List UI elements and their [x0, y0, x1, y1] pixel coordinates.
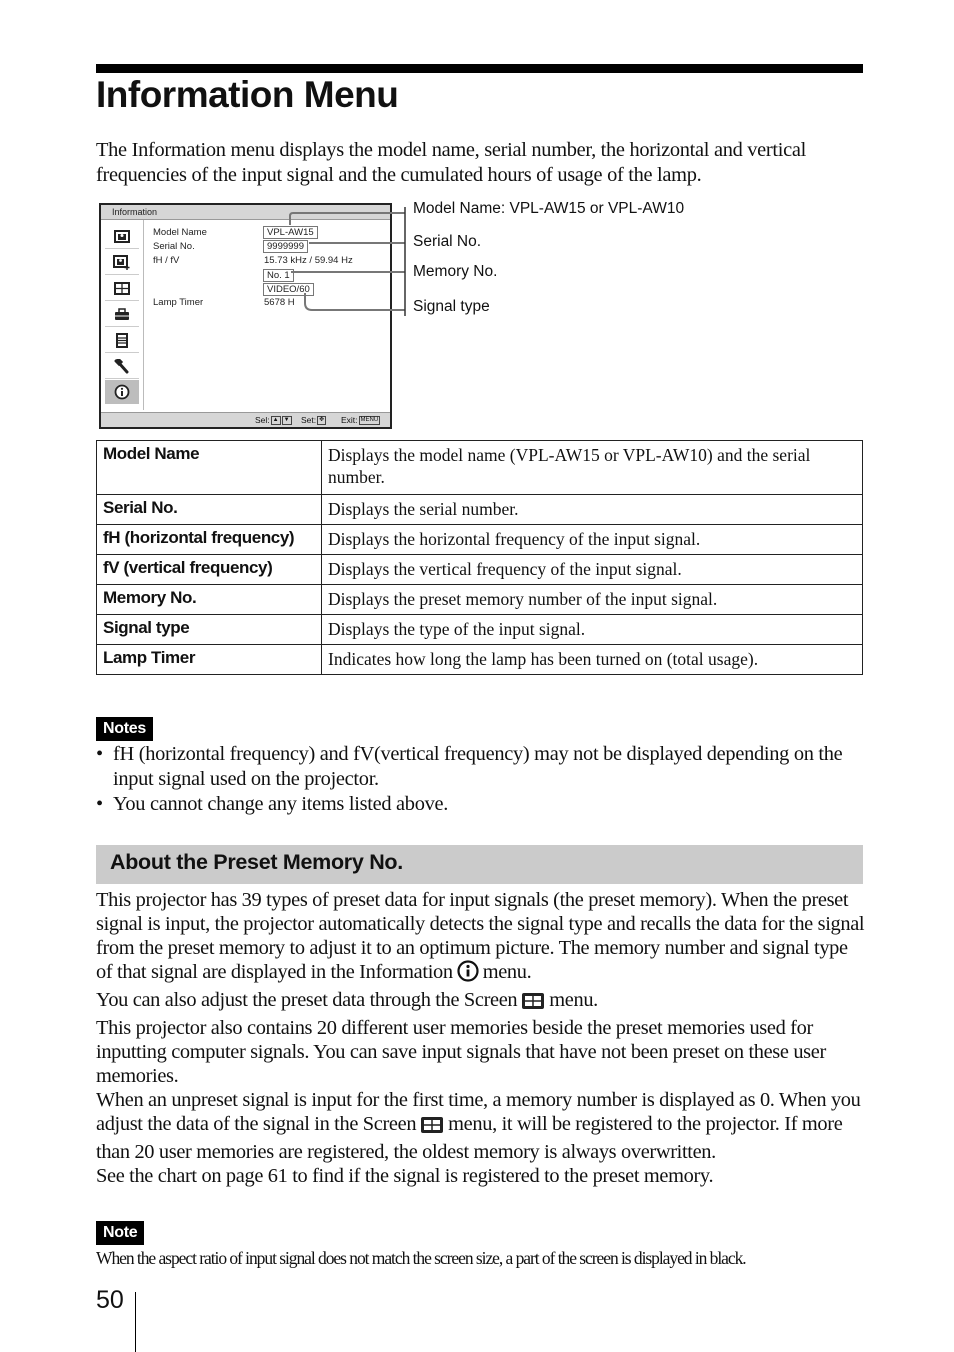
osd-value-serial: 9999999 — [263, 240, 308, 253]
menu-key-icon: MENU — [358, 416, 381, 426]
paragraph: This projector also contains 20 differen… — [96, 1017, 826, 1087]
osd-value-signal-type: VIDEO/60 — [263, 283, 314, 296]
osd-sidebar — [101, 220, 144, 410]
table-row: Lamp Timer Indicates how long the lamp ha… — [96, 644, 863, 675]
table-description: Displays the serial number. — [321, 494, 863, 525]
osd-label-frequency: fH / fV — [153, 255, 180, 266]
osd-footer-exit: Exit: MENU — [341, 415, 381, 426]
table-row: fH (horizontal frequency) Displays the ho… — [96, 524, 863, 555]
table-description: Displays the horizontal frequency of the… — [321, 524, 863, 555]
section-title: About the Preset Memory No. — [110, 850, 403, 874]
table-description: Displays the model name (VPL-AW15 or VPL… — [321, 440, 863, 495]
note-badge: Note — [96, 1221, 145, 1245]
intro-paragraph: The Information menu displays the model … — [96, 139, 807, 186]
paragraph: When an unpreset signal is input for the… — [96, 1089, 861, 1163]
osd-information-menu: Information Model Name VPL-AW15 Serial N… — [99, 203, 392, 429]
table-item: fH (horizontal frequency) — [96, 524, 322, 555]
information-icon — [457, 960, 479, 988]
enter-key-icon: ✥ — [317, 416, 327, 426]
page-number-rule — [135, 1292, 136, 1352]
table-description: Displays the preset memory number of the… — [321, 584, 863, 615]
page-number: 50 — [96, 1286, 124, 1314]
down-key-icon: ▼ — [281, 416, 292, 426]
paragraph: You can also adjust the preset data thro… — [96, 988, 866, 1016]
callout-model-name: Model Name: VPL-AW15 or VPL-AW10 — [413, 200, 685, 217]
table-row: fV (vertical frequency) Displays the vert… — [96, 554, 863, 585]
section-header: About the Preset Memory No. — [96, 845, 863, 884]
screen-icon — [420, 1116, 444, 1140]
notes-badge: Notes — [96, 717, 153, 741]
installation-icon — [105, 354, 139, 379]
osd-value-lamp-timer: 5678 H — [264, 297, 295, 308]
table-row: Memory No. Displays the preset memory num… — [96, 584, 863, 615]
osd-label-model-name: Model Name — [153, 227, 207, 238]
table-row: Model Name Displays the model name (VPL-A… — [96, 440, 863, 495]
table-item: Serial No. — [96, 494, 322, 525]
table-item: Lamp Timer — [96, 644, 322, 675]
osd-header: Information — [101, 205, 390, 220]
notes-list: fH (horizontal frequency) and fV(vertica… — [96, 742, 866, 817]
information-items-table: Model Name Displays the model name (VPL-A… — [96, 440, 863, 675]
page-title: Information Menu — [96, 74, 399, 115]
osd-label-serial: Serial No. — [153, 241, 195, 252]
table-description: Displays the type of the input signal. — [321, 614, 863, 645]
callout-serial-no: Serial No. — [413, 233, 482, 250]
osd-label-lamp-timer: Lamp Timer — [153, 297, 204, 308]
callout-signal-type: Signal type — [413, 298, 490, 315]
table-description: Indicates how long the lamp has been tur… — [321, 644, 863, 675]
table-item: Model Name — [96, 440, 322, 495]
screen-icon — [105, 276, 139, 301]
setup-icon — [105, 302, 139, 327]
table-item: Signal type — [96, 614, 322, 645]
table-item: fV (vertical frequency) — [96, 554, 322, 585]
paragraph: See the chart on page 61 to find if the … — [96, 1165, 714, 1187]
table-item: Memory No. — [96, 584, 322, 615]
preset-memory-body: This projector has 39 types of preset da… — [96, 888, 866, 1188]
note-text: When the aspect ratio of input signal do… — [96, 1248, 747, 1268]
osd-value-model-name: VPL-AW15 — [263, 226, 318, 239]
osd-footer-set: Set: ✥ — [301, 415, 327, 426]
advanced-picture-icon — [105, 250, 139, 275]
up-key-icon: ▲ — [270, 416, 281, 426]
osd-footer: Sel: ▲ ▼ Set: ✥ Exit: MENU — [101, 412, 390, 427]
osd-footer-sel: Sel: ▲ ▼ — [255, 415, 292, 426]
osd-value-memory-no: No. 1 — [263, 269, 294, 282]
picture-icon — [105, 224, 139, 249]
note-item: fH (horizontal frequency) and fV(vertica… — [96, 742, 866, 792]
information-icon — [105, 380, 139, 404]
screen-icon — [521, 992, 545, 1016]
table-description: Displays the vertical frequency of the i… — [321, 554, 863, 585]
note-item: You cannot change any items listed above… — [96, 792, 866, 817]
table-row: Signal type Displays the type of the inpu… — [96, 614, 863, 645]
menu-setting-icon — [105, 328, 139, 353]
table-row: Serial No. Displays the serial number. — [96, 494, 863, 525]
paragraph: This projector has 39 types of preset da… — [96, 888, 866, 988]
callout-memory-no: Memory No. — [413, 263, 498, 280]
osd-value-frequency: 15.73 kHz / 59.94 Hz — [264, 255, 353, 266]
